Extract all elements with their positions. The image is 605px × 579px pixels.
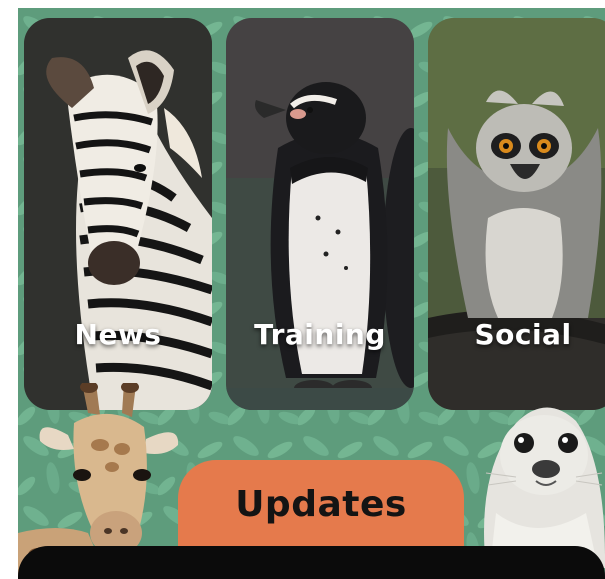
training-card[interactable]: Training — [226, 18, 414, 410]
updates-button[interactable]: Updates — [178, 460, 464, 560]
penguin-image — [226, 18, 414, 410]
home-screen: News Training Social Updates — [18, 8, 605, 579]
updates-label: Updates — [235, 484, 407, 525]
social-label: Social — [474, 318, 572, 351]
bottom-navigation-bar — [18, 546, 605, 579]
zebra-image — [24, 18, 212, 410]
news-label: News — [74, 318, 162, 351]
news-card[interactable]: News — [24, 18, 212, 410]
social-card[interactable]: Social — [428, 18, 605, 410]
training-label: Training — [254, 318, 386, 351]
lemur-image — [428, 18, 605, 410]
seal-image — [484, 407, 605, 568]
